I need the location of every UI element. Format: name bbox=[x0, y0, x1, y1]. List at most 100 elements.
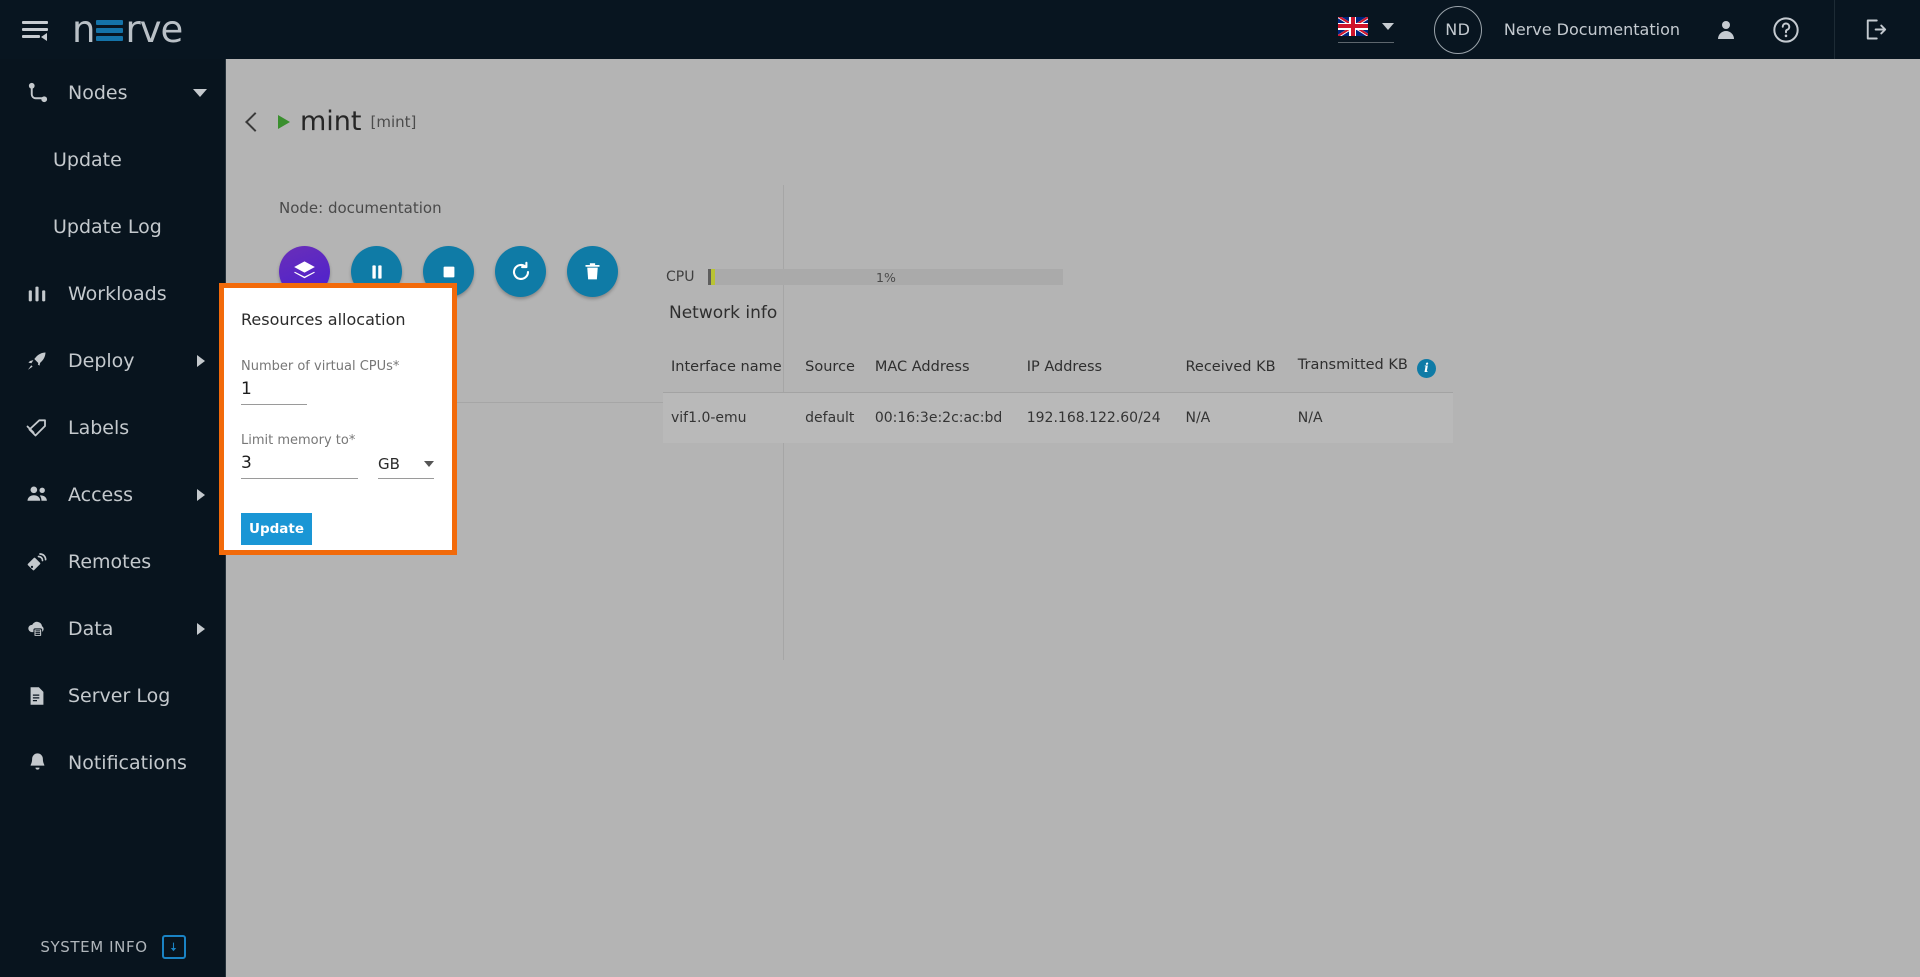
delete-button[interactable] bbox=[567, 246, 618, 297]
sidebar-item-label: Labels bbox=[68, 417, 129, 439]
table-header-row: Interface name Source MAC Address IP Add… bbox=[663, 347, 1453, 392]
sidebar-item-labels[interactable]: Labels bbox=[0, 394, 225, 461]
chevron-down-icon bbox=[1382, 23, 1394, 30]
bar-chart-icon bbox=[22, 281, 52, 307]
page-title-tag: [mint] bbox=[371, 113, 417, 131]
update-button[interactable]: Update bbox=[241, 513, 312, 545]
sidebar-item-deploy[interactable]: Deploy bbox=[0, 327, 225, 394]
chevron-down-icon bbox=[193, 89, 207, 97]
help-icon[interactable] bbox=[1772, 16, 1800, 44]
app-root: n rve ND Nerve Documentation bbox=[0, 0, 1920, 977]
chevron-right-icon bbox=[197, 489, 205, 501]
node-label: Node: documentation bbox=[279, 199, 442, 217]
sidebar-item-nodes[interactable]: Nodes bbox=[0, 59, 225, 126]
document-icon bbox=[22, 683, 52, 709]
restart-button[interactable] bbox=[495, 246, 546, 297]
chevron-right-icon bbox=[197, 623, 205, 635]
sidebar-item-label: Data bbox=[68, 618, 113, 640]
col-transmitted-kb: Transmitted KB i bbox=[1290, 347, 1453, 392]
download-box-icon bbox=[162, 935, 186, 959]
cloud-data-icon bbox=[22, 616, 52, 642]
back-chevron-icon[interactable] bbox=[245, 112, 265, 132]
top-bar-divider bbox=[1834, 0, 1835, 59]
sidebar-item-label: Deploy bbox=[68, 350, 135, 372]
col-interface-name: Interface name bbox=[663, 347, 797, 392]
remote-icon bbox=[22, 549, 52, 575]
memory-unit-select[interactable]: GB bbox=[378, 455, 434, 479]
virtual-cpus-input[interactable]: 1 bbox=[241, 379, 307, 405]
rocket-icon bbox=[22, 348, 52, 374]
top-bar-right: ND Nerve Documentation bbox=[1338, 0, 1920, 59]
cpu-meter: CPU 1% bbox=[666, 269, 1063, 285]
sidebar-item-notifications[interactable]: Notifications bbox=[0, 729, 225, 796]
memory-unit-value: GB bbox=[378, 455, 400, 473]
sidebar-item-update[interactable]: Update bbox=[0, 126, 225, 193]
username-label: Nerve Documentation bbox=[1504, 20, 1680, 39]
bell-icon bbox=[22, 750, 52, 776]
system-info-label: SYSTEM INFO bbox=[40, 938, 147, 956]
table-row[interactable]: vif1.0-emu default 00:16:3e:2c:ac:bd 192… bbox=[663, 392, 1453, 443]
virtual-cpus-label: Number of virtual CPUs* bbox=[241, 359, 434, 374]
nodes-icon bbox=[22, 80, 52, 106]
cpu-bar-fill bbox=[711, 269, 715, 285]
breadcrumb: mint [mint] bbox=[248, 106, 416, 137]
system-info-button[interactable]: SYSTEM INFO bbox=[0, 935, 226, 959]
sidebar-item-label: Update Log bbox=[53, 216, 162, 238]
col-received-kb: Received KB bbox=[1177, 347, 1289, 392]
network-info-title: Network info bbox=[669, 303, 777, 323]
sidebar: Nodes Update Update Log Workloads bbox=[0, 59, 226, 977]
hamburger-menu-icon[interactable] bbox=[22, 19, 48, 41]
sidebar-item-label: Access bbox=[68, 484, 133, 506]
chevron-right-icon bbox=[197, 355, 205, 367]
sidebar-item-server-log[interactable]: Server Log bbox=[0, 662, 225, 729]
uk-flag-icon bbox=[1338, 17, 1368, 36]
cpu-meter-label: CPU bbox=[666, 269, 694, 285]
cell-ip-address: 192.168.122.60/24 bbox=[1019, 392, 1178, 443]
people-icon bbox=[22, 482, 52, 508]
sidebar-item-label: Remotes bbox=[68, 551, 151, 573]
col-source: Source bbox=[797, 347, 867, 392]
logo-text-left: n bbox=[72, 8, 94, 51]
play-triangle-icon bbox=[278, 115, 290, 129]
sidebar-item-access[interactable]: Access bbox=[0, 461, 225, 528]
avatar[interactable]: ND bbox=[1434, 6, 1482, 54]
main-content: mint [mint] Node: documentation bbox=[226, 59, 1920, 977]
sidebar-item-label: Notifications bbox=[68, 752, 187, 774]
cpu-progress-bar: 1% bbox=[708, 269, 1063, 285]
nerve-logo[interactable]: n rve bbox=[72, 8, 182, 51]
sidebar-item-label: Workloads bbox=[68, 283, 167, 305]
info-icon[interactable]: i bbox=[1417, 359, 1436, 378]
sidebar-item-workloads[interactable]: Workloads bbox=[0, 260, 225, 327]
resources-card-title: Resources allocation bbox=[241, 310, 434, 329]
sidebar-item-data[interactable]: Data bbox=[0, 595, 225, 662]
cell-interface-name: vif1.0-emu bbox=[663, 392, 797, 443]
sidebar-item-label: Update bbox=[53, 149, 122, 171]
limit-memory-input[interactable]: 3 bbox=[241, 453, 358, 479]
col-mac-address: MAC Address bbox=[867, 347, 1019, 392]
page-title: mint bbox=[300, 106, 362, 137]
avatar-initials: ND bbox=[1445, 20, 1470, 39]
language-selector[interactable] bbox=[1338, 17, 1394, 43]
logo-e-bars-icon bbox=[96, 18, 123, 42]
cell-transmitted-kb: N/A bbox=[1290, 392, 1453, 443]
limit-memory-label: Limit memory to* bbox=[241, 433, 434, 448]
cell-received-kb: N/A bbox=[1177, 392, 1289, 443]
top-bar: n rve ND Nerve Documentation bbox=[0, 0, 1920, 59]
resources-allocation-card: Resources allocation Number of virtual C… bbox=[219, 283, 457, 555]
person-icon[interactable] bbox=[1714, 18, 1738, 42]
cell-mac-address: 00:16:3e:2c:ac:bd bbox=[867, 392, 1019, 443]
logo-text-right: rve bbox=[125, 8, 182, 51]
sidebar-item-label: Nodes bbox=[68, 82, 128, 104]
tag-icon bbox=[22, 415, 52, 441]
sidebar-item-update-log[interactable]: Update Log bbox=[0, 193, 225, 260]
cell-source: default bbox=[797, 392, 867, 443]
limit-memory-field: Limit memory to* 3 GB bbox=[241, 433, 434, 479]
sidebar-item-label: Server Log bbox=[68, 685, 170, 707]
col-transmitted-kb-label: Transmitted KB bbox=[1298, 357, 1408, 373]
chevron-down-icon bbox=[424, 461, 434, 467]
virtual-cpus-field[interactable]: Number of virtual CPUs* 1 bbox=[241, 359, 434, 405]
logout-icon[interactable] bbox=[1861, 16, 1888, 43]
col-ip-address: IP Address bbox=[1019, 347, 1178, 392]
sidebar-item-remotes[interactable]: Remotes bbox=[0, 528, 225, 595]
network-info-table: Interface name Source MAC Address IP Add… bbox=[663, 347, 1453, 443]
